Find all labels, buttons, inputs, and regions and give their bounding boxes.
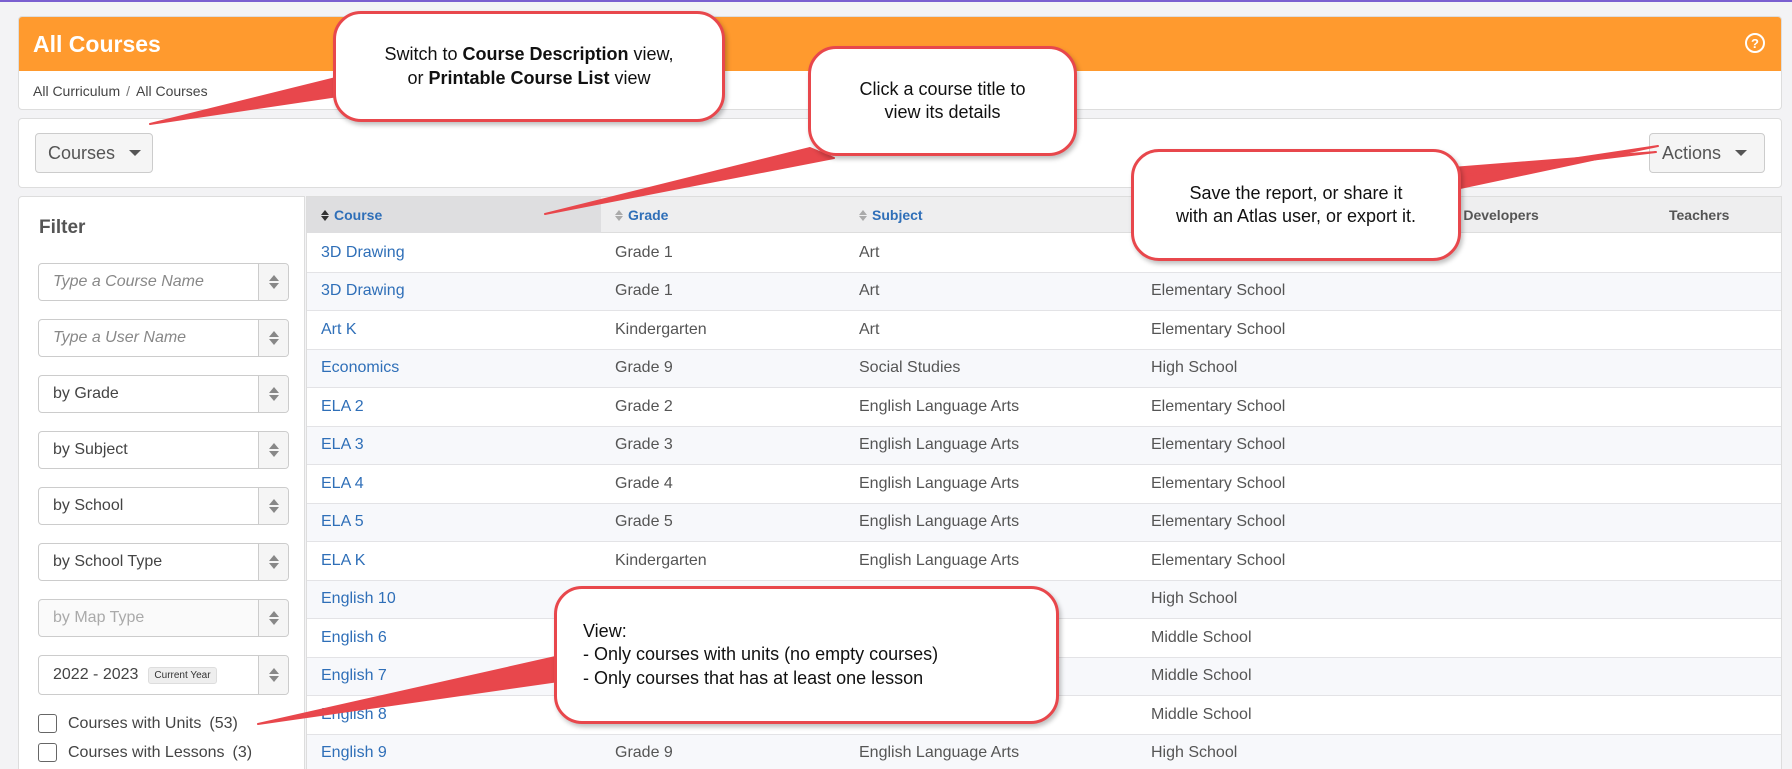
callout-bold: Course Description [462,44,629,65]
callout-bold: Printable Course List [428,67,610,88]
callout-actions: Save the report, or share it with an Atl… [1131,149,1461,261]
pointer-view-switch [149,77,346,125]
callout-view-switch: Switch to Course Description view, or Pr… [333,11,725,122]
callout-text: - Only courses that has at least one les… [583,667,924,688]
callout-text: Switch to [384,44,463,65]
pointer-actions-2 [1451,151,1657,177]
callout-text: - Only courses with units (no empty cour… [583,644,939,665]
callout-text: view, [628,44,674,65]
callout-text: View: [583,620,627,641]
callout-text: or [407,67,429,88]
callout-text: with an Atlas user, or export it. [1175,206,1417,226]
callout-text: view its details [884,102,1001,122]
callout-text: view [609,67,651,88]
callout-text: Click a course title to [859,78,1026,99]
callout-filters: View: - Only courses with units (no empt… [554,586,1059,724]
callout-text: Save the report, or share it [1189,182,1403,203]
pointer-filters [257,655,581,725]
pointer-course-title [544,147,835,215]
callout-course-title: Click a course title to view its details [808,46,1077,156]
